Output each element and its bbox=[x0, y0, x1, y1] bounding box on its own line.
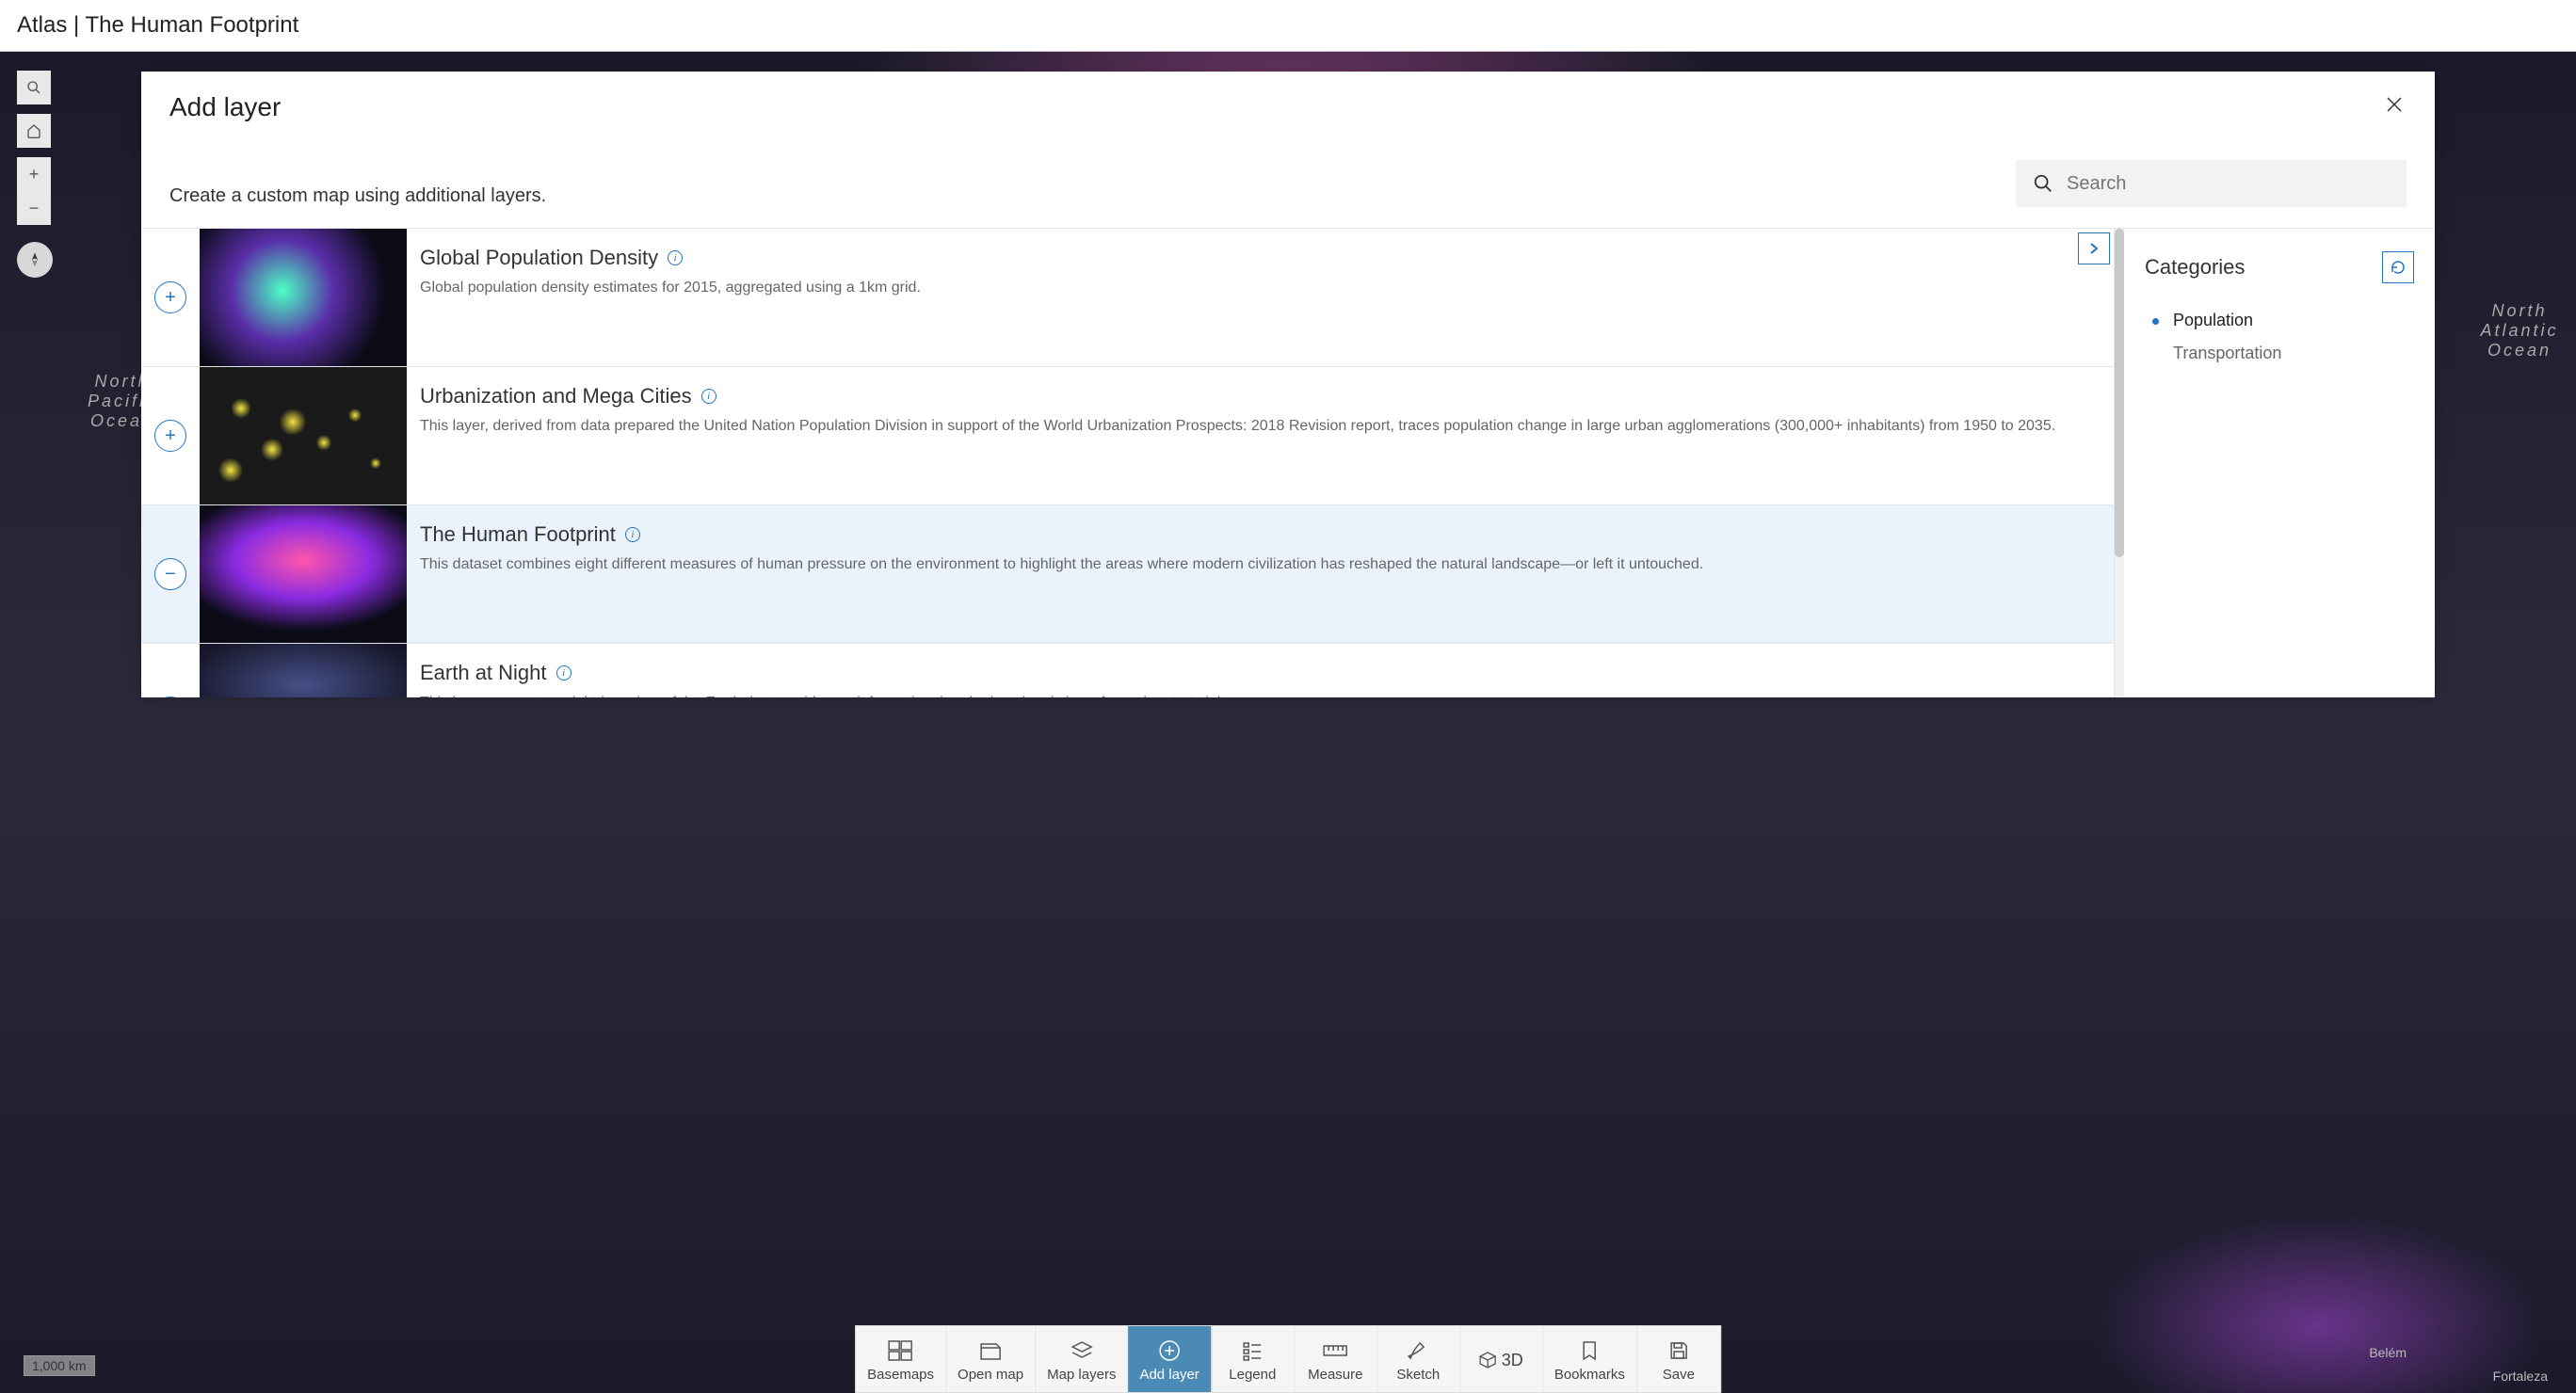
modal-header: Add layer bbox=[141, 72, 2435, 160]
home-button[interactable] bbox=[17, 114, 51, 148]
layer-description: This layer presents a nighttime view of … bbox=[420, 693, 2095, 697]
modal-subtitle: Create a custom map using additional lay… bbox=[169, 185, 546, 207]
map-label-atlantic: North Atlantic Ocean bbox=[2472, 301, 2567, 360]
layer-description: Global population density estimates for … bbox=[420, 278, 2095, 298]
add-layer-button[interactable]: + bbox=[154, 696, 186, 697]
legend-icon bbox=[1242, 1338, 1263, 1363]
reset-categories-button[interactable] bbox=[2382, 251, 2414, 283]
home-icon bbox=[26, 123, 41, 138]
compass-button[interactable] bbox=[17, 242, 53, 278]
categories-title: Categories bbox=[2145, 255, 2245, 280]
close-icon bbox=[2386, 96, 2403, 113]
layer-card[interactable]: + Urbanization and Mega Cities i This la… bbox=[141, 367, 2114, 505]
modal-title: Add layer bbox=[169, 92, 281, 122]
layers-list: + Global Population Density i Global pop… bbox=[141, 229, 2115, 697]
bookmark-icon bbox=[1581, 1338, 1598, 1363]
toolbar-label: Open map bbox=[958, 1367, 1023, 1383]
addlayer-icon bbox=[1158, 1338, 1181, 1363]
toolbar-label: Map layers bbox=[1047, 1367, 1116, 1383]
toolbar-label: Measure bbox=[1308, 1367, 1362, 1383]
scrollbar[interactable] bbox=[2115, 229, 2124, 697]
zoom-in-button[interactable]: + bbox=[17, 157, 51, 191]
layer-title: Urbanization and Mega Cities bbox=[420, 384, 692, 408]
layer-thumbnail bbox=[200, 229, 407, 366]
toolbar-basemaps[interactable]: Basemaps bbox=[856, 1326, 946, 1392]
search-icon bbox=[26, 80, 41, 95]
measure-icon bbox=[1323, 1338, 1347, 1363]
plus-icon: + bbox=[165, 287, 176, 309]
search-tool-button[interactable] bbox=[17, 71, 51, 104]
layer-card[interactable]: − The Human Footprint i This dataset com… bbox=[141, 505, 2114, 644]
side-tools: + − bbox=[17, 71, 53, 278]
toolbar-label: Add layer bbox=[1139, 1367, 1199, 1383]
layer-title: Earth at Night bbox=[420, 661, 547, 685]
add-layer-modal: Add layer Create a custom map using addi… bbox=[141, 72, 2435, 697]
toolbar-label: Bookmarks bbox=[1554, 1367, 1625, 1383]
modal-subheader: Create a custom map using additional lay… bbox=[141, 160, 2435, 228]
toolbar-label: 3D bbox=[1502, 1351, 1523, 1370]
layer-title: Global Population Density bbox=[420, 246, 658, 270]
cube-icon: 3D bbox=[1479, 1348, 1523, 1372]
zoom-out-button[interactable]: − bbox=[17, 191, 51, 225]
toolbar-3d[interactable]: 3D bbox=[1460, 1326, 1543, 1392]
add-layer-button[interactable]: + bbox=[154, 420, 186, 452]
scale-bar: 1,000 km bbox=[24, 1355, 95, 1376]
toolbar-bookmarks[interactable]: Bookmarks bbox=[1543, 1326, 1637, 1392]
layers-icon bbox=[1071, 1338, 1093, 1363]
toolbar-label: Legend bbox=[1229, 1367, 1276, 1383]
minus-icon: − bbox=[165, 564, 176, 585]
toolbar-sketch[interactable]: Sketch bbox=[1377, 1326, 1460, 1392]
categories-list: Population Transportation bbox=[2145, 304, 2414, 370]
info-icon[interactable]: i bbox=[556, 665, 572, 680]
scrollbar-thumb[interactable] bbox=[2115, 229, 2124, 557]
layer-thumbnail bbox=[200, 367, 407, 504]
toolbar-save[interactable]: Save bbox=[1637, 1326, 1720, 1392]
sketch-icon bbox=[1408, 1338, 1428, 1363]
reset-icon bbox=[2390, 259, 2407, 276]
info-icon[interactable]: i bbox=[668, 250, 683, 265]
layer-card[interactable]: + Global Population Density i Global pop… bbox=[141, 229, 2114, 367]
chevron-right-icon bbox=[2088, 242, 2100, 255]
toolbar-openmap[interactable]: Open map bbox=[946, 1326, 1036, 1392]
search-box[interactable] bbox=[2016, 160, 2407, 207]
compass-icon bbox=[26, 251, 43, 268]
basemaps-icon bbox=[889, 1338, 913, 1363]
toolbar-addlayer[interactable]: Add layer bbox=[1128, 1326, 1211, 1392]
plus-icon: + bbox=[29, 165, 40, 184]
toolbar-maplayers[interactable]: Map layers bbox=[1036, 1326, 1128, 1392]
layer-thumbnail bbox=[200, 505, 407, 643]
category-population[interactable]: Population bbox=[2152, 304, 2414, 337]
modal-body: + Global Population Density i Global pop… bbox=[141, 228, 2435, 697]
layer-description: This layer, derived from data prepared t… bbox=[420, 416, 2095, 437]
toolbar-measure[interactable]: Measure bbox=[1295, 1326, 1377, 1392]
toolbar-legend[interactable]: Legend bbox=[1212, 1326, 1295, 1392]
collapse-panel-button[interactable] bbox=[2078, 232, 2110, 264]
header: Atlas | The Human Footprint bbox=[0, 0, 2576, 52]
bottom-toolbar: Basemaps Open map Map layers Add layer L… bbox=[855, 1325, 1721, 1393]
info-icon[interactable]: i bbox=[625, 527, 640, 542]
layer-thumbnail bbox=[200, 644, 407, 697]
page-title: Atlas | The Human Footprint bbox=[17, 12, 298, 39]
map-label-belem: Belém bbox=[2369, 1345, 2407, 1360]
info-icon[interactable]: i bbox=[701, 389, 716, 404]
toolbar-label: Save bbox=[1663, 1367, 1695, 1383]
map-label-fortaleza: Fortaleza bbox=[2493, 1369, 2548, 1384]
layer-card[interactable]: + Earth at Night i This layer presents a… bbox=[141, 644, 2114, 697]
layer-description: This dataset combines eight different me… bbox=[420, 554, 2095, 575]
search-input[interactable] bbox=[2067, 173, 2390, 195]
plus-icon: + bbox=[165, 425, 176, 447]
search-icon bbox=[2033, 173, 2053, 194]
minus-icon: − bbox=[29, 199, 40, 218]
categories-panel: Categories Population Transportation bbox=[2124, 229, 2435, 697]
toolbar-label: Basemaps bbox=[867, 1367, 934, 1383]
openmap-icon bbox=[979, 1338, 1002, 1363]
remove-layer-button[interactable]: − bbox=[154, 558, 186, 590]
layer-title: The Human Footprint bbox=[420, 522, 616, 547]
close-button[interactable] bbox=[2382, 92, 2407, 117]
toolbar-label: Sketch bbox=[1396, 1367, 1440, 1383]
add-layer-button[interactable]: + bbox=[154, 281, 186, 313]
save-icon bbox=[1668, 1338, 1689, 1363]
category-transportation[interactable]: Transportation bbox=[2152, 337, 2414, 370]
